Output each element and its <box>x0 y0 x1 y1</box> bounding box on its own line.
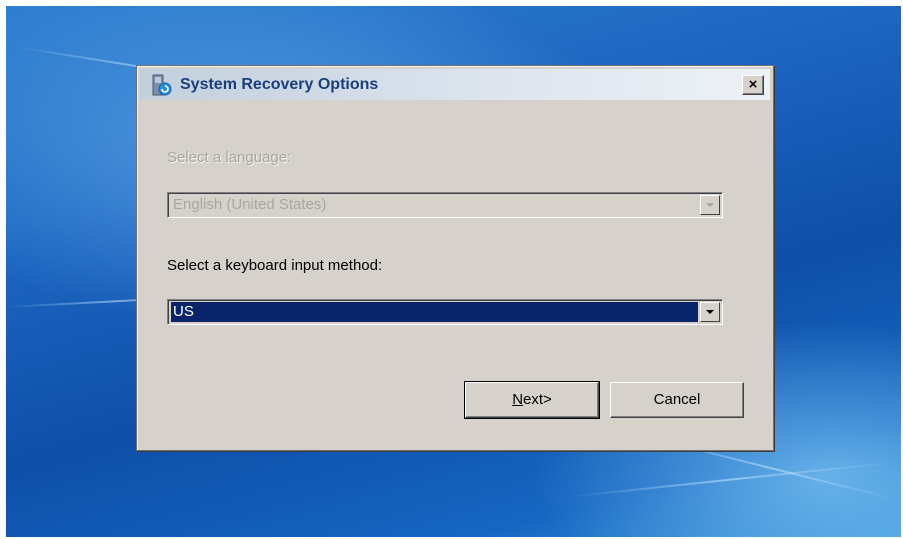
chevron-down-icon[interactable] <box>700 302 720 322</box>
next-access-key: N <box>512 391 524 408</box>
keyboard-dropdown[interactable]: US <box>167 299 723 325</box>
wallpaper-streak <box>565 461 895 498</box>
next-label: ext> <box>523 391 552 408</box>
cancel-button[interactable]: Cancel <box>610 382 744 418</box>
keyboard-label: Select a keyboard input method: <box>167 257 383 274</box>
keyboard-value: US <box>171 302 698 322</box>
chevron-down-icon[interactable] <box>700 195 720 215</box>
desktop-background: System Recovery Options × Select a langu… <box>6 6 901 537</box>
language-dropdown[interactable]: English (United States) <box>167 192 723 218</box>
title-bar[interactable]: System Recovery Options × <box>140 69 770 100</box>
dialog-title: System Recovery Options <box>180 76 379 93</box>
system-recovery-icon <box>152 74 172 96</box>
language-value: English (United States) <box>173 196 327 213</box>
close-button[interactable]: × <box>742 75 764 95</box>
language-label: Select a language: <box>167 149 292 166</box>
next-button[interactable]: Next> <box>464 381 600 419</box>
system-recovery-dialog: System Recovery Options × Select a langu… <box>136 65 774 451</box>
